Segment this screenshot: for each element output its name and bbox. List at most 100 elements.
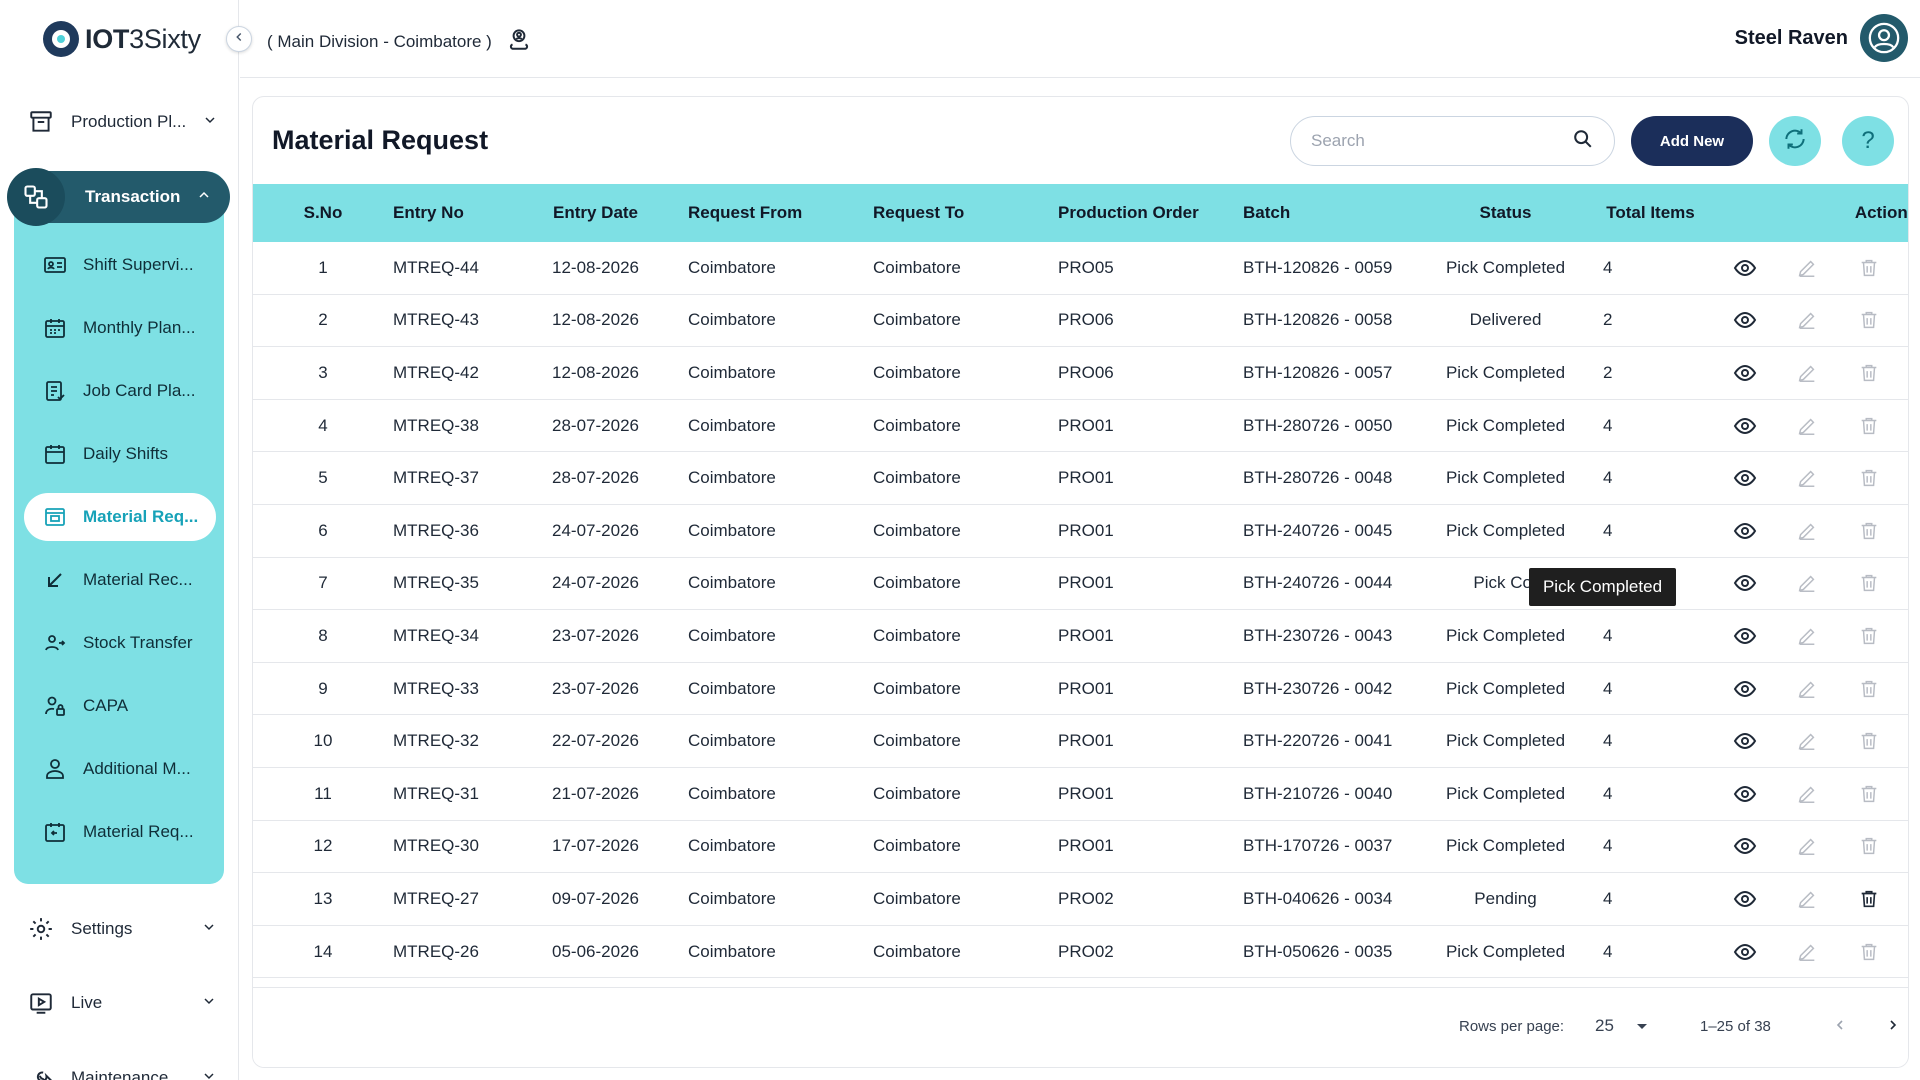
previous-page-button[interactable] — [1825, 1012, 1855, 1042]
view-eye-icon[interactable] — [1731, 254, 1759, 282]
view-eye-icon[interactable] — [1731, 727, 1759, 755]
sidebar-item-shift-supervisor[interactable]: Shift Supervi... — [24, 241, 216, 289]
view-eye-icon[interactable] — [1731, 306, 1759, 334]
cell-request-from: Coimbatore — [688, 520, 776, 540]
view-eye-icon[interactable] — [1731, 780, 1759, 808]
add-new-button[interactable]: Add New — [1631, 116, 1753, 166]
cell-entry-no: MTREQ-43 — [393, 310, 479, 330]
edit-pencil-icon[interactable] — [1793, 569, 1821, 597]
delete-trash-icon[interactable] — [1855, 622, 1883, 650]
cell-batch: BTH-230726 - 0042 — [1243, 678, 1393, 698]
delete-trash-icon[interactable] — [1855, 306, 1883, 334]
calendar-return-icon — [41, 818, 69, 846]
column-header[interactable]: Batch — [1243, 200, 1408, 226]
edit-pencil-icon[interactable] — [1793, 675, 1821, 703]
view-eye-icon[interactable] — [1731, 517, 1759, 545]
app-logo[interactable]: IOT3Sixty — [43, 18, 201, 60]
view-eye-icon[interactable] — [1731, 832, 1759, 860]
view-eye-icon[interactable] — [1731, 412, 1759, 440]
status-badge: Pick Completed — [1445, 836, 1566, 856]
cell-request-from: Coimbatore — [688, 573, 776, 593]
wrench-icon — [27, 1064, 55, 1080]
edit-pencil-icon[interactable] — [1793, 727, 1821, 755]
division-selector[interactable]: ( Main Division - Coimbatore ) — [267, 26, 532, 57]
edit-pencil-icon[interactable] — [1793, 780, 1821, 808]
column-header[interactable]: Entry Date — [503, 203, 688, 223]
row-actions — [1698, 938, 1904, 966]
column-header[interactable]: Request To — [873, 203, 1058, 223]
sidebar-item-live[interactable]: Live — [27, 985, 217, 1021]
column-header[interactable]: S.No — [253, 203, 393, 223]
edit-pencil-icon[interactable] — [1793, 464, 1821, 492]
edit-pencil-icon[interactable] — [1793, 412, 1821, 440]
cell-request-to: Coimbatore — [873, 783, 961, 803]
view-eye-icon[interactable] — [1731, 938, 1759, 966]
refresh-button[interactable] — [1769, 116, 1821, 166]
delete-trash-icon[interactable] — [1855, 885, 1883, 913]
sidebar-item-production-planning[interactable]: Production Pl... — [27, 104, 217, 140]
cell-sno: 5 — [318, 468, 328, 488]
sidebar-item-material-receipt[interactable]: Material Rec... — [24, 556, 216, 604]
row-actions — [1698, 517, 1904, 545]
edit-pencil-icon[interactable] — [1793, 938, 1821, 966]
sidebar-collapse-button[interactable] — [226, 26, 252, 52]
delete-trash-icon[interactable] — [1855, 254, 1883, 282]
sidebar-item-daily-shifts[interactable]: Daily Shifts — [24, 430, 216, 478]
cell-entry-date: 09-07-2026 — [552, 888, 639, 908]
delete-trash-icon[interactable] — [1855, 464, 1883, 492]
user-menu[interactable]: Steel Raven — [1735, 14, 1908, 62]
status-badge: Pick Completed — [1445, 362, 1566, 382]
edit-pencil-icon[interactable] — [1793, 517, 1821, 545]
help-button[interactable]: ? — [1842, 116, 1894, 166]
edit-pencil-icon[interactable] — [1793, 622, 1821, 650]
sidebar-item-monthly-plan[interactable]: Monthly Plan... — [24, 304, 216, 352]
sidebar-item-stock-transfer[interactable]: Stock Transfer — [24, 619, 216, 667]
edit-pencil-icon[interactable] — [1793, 885, 1821, 913]
sidebar-item-material-request-return[interactable]: Material Req... — [24, 808, 216, 856]
sidebar-item-capa[interactable]: CAPA — [24, 682, 216, 730]
delete-trash-icon[interactable] — [1855, 832, 1883, 860]
view-eye-icon[interactable] — [1731, 464, 1759, 492]
sidebar-item-maintenance[interactable]: Maintenance — [27, 1060, 217, 1080]
sidebar-item-material-request[interactable]: Material Req... — [24, 493, 216, 541]
sidebar-item-settings[interactable]: Settings — [27, 911, 217, 947]
rows-per-page-select[interactable]: 25 — [1595, 1016, 1648, 1036]
delete-trash-icon[interactable] — [1855, 412, 1883, 440]
delete-trash-icon[interactable] — [1855, 675, 1883, 703]
edit-pencil-icon[interactable] — [1793, 359, 1821, 387]
search-icon[interactable] — [1572, 128, 1594, 155]
delete-trash-icon[interactable] — [1855, 780, 1883, 808]
delete-trash-icon[interactable] — [1855, 727, 1883, 755]
delete-trash-icon[interactable] — [1855, 569, 1883, 597]
view-eye-icon[interactable] — [1731, 675, 1759, 703]
view-eye-icon[interactable] — [1731, 359, 1759, 387]
view-eye-icon[interactable] — [1731, 885, 1759, 913]
view-eye-icon[interactable] — [1731, 569, 1759, 597]
column-header[interactable]: Production Order — [1058, 203, 1243, 223]
view-eye-icon[interactable] — [1731, 622, 1759, 650]
edit-pencil-icon[interactable] — [1793, 254, 1821, 282]
search-box[interactable] — [1290, 116, 1615, 166]
sidebar-item-job-card-plan[interactable]: Job Card Pla... — [24, 367, 216, 415]
delete-trash-icon[interactable] — [1855, 517, 1883, 545]
edit-pencil-icon[interactable] — [1793, 832, 1821, 860]
search-input[interactable] — [1311, 131, 1572, 151]
next-page-button[interactable] — [1878, 1012, 1908, 1042]
user-lock-icon — [41, 692, 69, 720]
sidebar-item-additional-material[interactable]: Additional M... — [24, 745, 216, 793]
cell-entry-no: MTREQ-26 — [393, 941, 479, 961]
user-icon — [41, 755, 69, 783]
sidebar-item-label: Transaction — [85, 187, 181, 206]
column-header[interactable]: Entry No — [393, 203, 503, 223]
cell-entry-no: MTREQ-32 — [393, 731, 479, 751]
sidebar-item-transaction[interactable]: Transaction — [7, 168, 230, 226]
avatar[interactable] — [1860, 14, 1908, 62]
edit-pencil-icon[interactable] — [1793, 306, 1821, 334]
column-header[interactable]: Request From — [688, 203, 873, 223]
delete-trash-icon[interactable] — [1855, 938, 1883, 966]
column-header[interactable]: Status — [1408, 203, 1603, 223]
column-header[interactable]: Total Items — [1603, 203, 1783, 223]
caret-down-icon — [1636, 1016, 1648, 1036]
delete-trash-icon[interactable] — [1855, 359, 1883, 387]
logo-gear-icon — [43, 21, 79, 57]
